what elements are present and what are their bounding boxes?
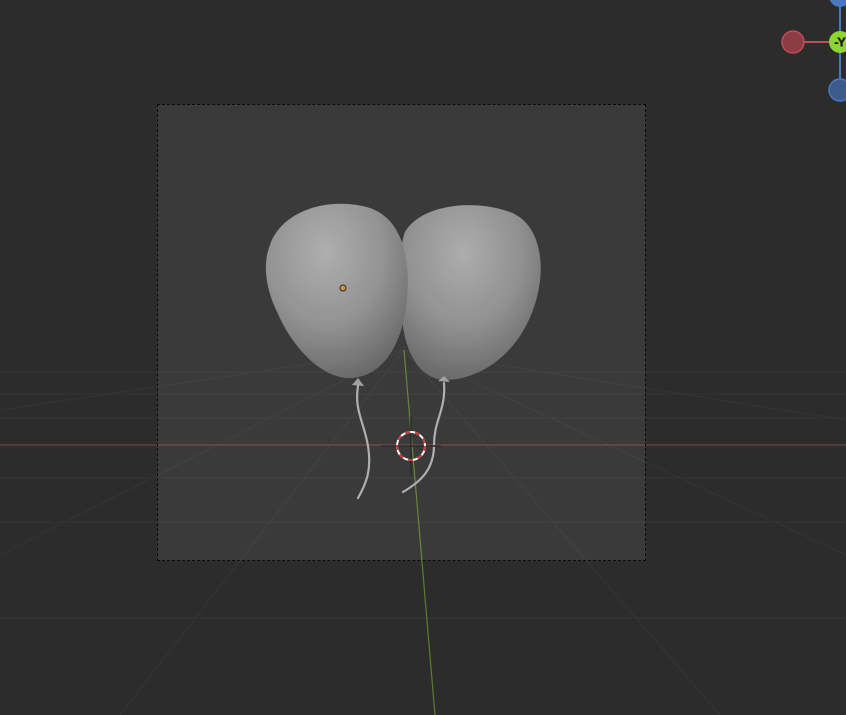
gizmo-neg-z-handle[interactable] [828, 78, 846, 102]
balloon-right[interactable] [400, 205, 541, 494]
viewport-scene[interactable] [0, 0, 846, 715]
origin-dot-icon [339, 284, 347, 292]
y-axis-line [403, 349, 436, 715]
floor-grid [0, 349, 846, 715]
balloon-left[interactable] [265, 203, 408, 500]
3d-viewport[interactable]: -Y [0, 0, 846, 715]
gizmo-z-top-handle[interactable] [829, 0, 846, 7]
gizmo-y-label: -Y [834, 36, 846, 50]
gizmo-neg-x-handle[interactable] [781, 30, 805, 54]
navigation-gizmo[interactable]: -Y [770, 0, 846, 110]
3d-cursor-icon[interactable] [381, 416, 441, 476]
